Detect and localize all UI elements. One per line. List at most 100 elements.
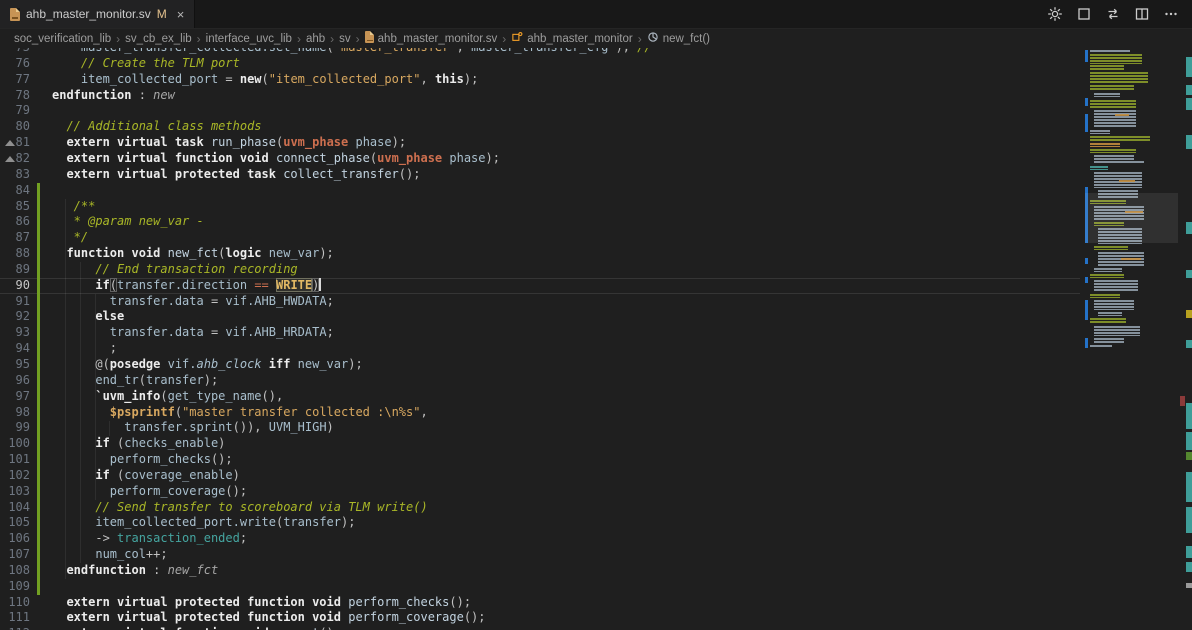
code-editor[interactable]: 75 master_transfer_collected.set_name("m… — [0, 48, 1080, 630]
code-line-76[interactable]: 76 // Create the TLM port — [0, 56, 1080, 72]
code-line-80[interactable]: 80 // Additional class methods — [0, 119, 1080, 135]
minimap-code-block — [1094, 161, 1144, 164]
code-line-78[interactable]: 78endfunction : new — [0, 88, 1080, 104]
code-line-98[interactable]: 98 $psprintf("master transfer collected … — [0, 405, 1080, 421]
breadcrumb-separator: › — [330, 32, 334, 46]
change-marker-icon — [5, 140, 15, 146]
line-number: 85 — [0, 199, 30, 215]
code-line-83[interactable]: 83 extern virtual protected task collect… — [0, 167, 1080, 183]
breadcrumb-item-interface-uvc-lib[interactable]: interface_uvc_lib — [206, 33, 292, 45]
minimap-code-block — [1094, 93, 1120, 97]
minimap-code-block — [1090, 274, 1124, 278]
text-cursor — [319, 278, 321, 291]
minimap-code-block — [1094, 300, 1134, 310]
code-line-86[interactable]: 86 * @param new_var - — [0, 214, 1080, 230]
minimap-slider[interactable] — [1085, 193, 1178, 243]
overview-ruler-mark — [1186, 432, 1192, 450]
code-line-107[interactable]: 107 num_col++; — [0, 547, 1080, 563]
code-line-88[interactable]: 88 function void new_fct(logic new_var); — [0, 246, 1080, 262]
git-added-indicator — [37, 341, 40, 357]
git-added-indicator — [37, 246, 40, 262]
line-number: 103 — [0, 484, 30, 500]
minimap-change-bar — [1085, 277, 1088, 283]
breadcrumb: soc_verification_lib › sv_cb_ex_lib › interf… — [0, 29, 1192, 48]
code-line-112[interactable]: 112 extern virtual function void report(… — [0, 626, 1080, 630]
breadcrumb-item-sv[interactable]: sv — [339, 33, 351, 45]
code-line-100[interactable]: 100 if (checks_enable) — [0, 436, 1080, 452]
close-icon[interactable]: × — [177, 8, 185, 21]
git-added-indicator — [37, 262, 40, 278]
minimap-code-block — [1094, 246, 1128, 250]
code-line-90[interactable]: 90 if(transfer.direction == WRITE) — [0, 278, 1080, 294]
git-added-indicator — [37, 309, 40, 325]
line-number: 104 — [0, 500, 30, 516]
breadcrumb-item-new-fct-[interactable]: new_fct() — [647, 31, 710, 46]
settings-gear-icon[interactable] — [1044, 3, 1066, 25]
code-line-77[interactable]: 77 item_collected_port = new("item_colle… — [0, 72, 1080, 88]
code-line-104[interactable]: 104 // Send transfer to scoreboard via T… — [0, 500, 1080, 516]
git-added-indicator — [37, 579, 40, 595]
minimap-code-block — [1090, 294, 1120, 298]
minimap-code-block — [1090, 50, 1130, 53]
code-line-105[interactable]: 105 item_collected_port.write(transfer); — [0, 515, 1080, 531]
code-line-99[interactable]: 99 transfer.sprint()), UVM_HIGH) — [0, 420, 1080, 436]
code-line-92[interactable]: 92 else — [0, 309, 1080, 325]
overview-ruler-mark — [1186, 403, 1192, 429]
code-line-91[interactable]: 91 transfer.data = vif.AHB_HWDATA; — [0, 294, 1080, 310]
minimap-code-block — [1090, 65, 1124, 71]
code-line-110[interactable]: 110 extern virtual protected function vo… — [0, 595, 1080, 611]
git-added-indicator — [37, 294, 40, 310]
breadcrumb-separator: › — [197, 32, 201, 46]
code-line-111[interactable]: 111 extern virtual protected function vo… — [0, 610, 1080, 626]
code-line-101[interactable]: 101 perform_checks(); — [0, 452, 1080, 468]
scrollbar-overview-ruler[interactable] — [1178, 48, 1192, 630]
code-line-109[interactable]: 109 — [0, 579, 1080, 595]
compare-changes-icon[interactable] — [1102, 3, 1124, 25]
code-line-84[interactable]: 84 — [0, 183, 1080, 199]
tab-ahb-master-monitor[interactable]: ahb_master_monitor.sv M × — [0, 0, 195, 28]
code-line-87[interactable]: 87 */ — [0, 230, 1080, 246]
minimap[interactable] — [1085, 48, 1178, 630]
breadcrumb-item-ahb-master-monitor[interactable]: ahb_master_monitor — [511, 31, 632, 46]
git-added-indicator — [37, 214, 40, 230]
line-number: 89 — [0, 262, 30, 278]
code-line-94[interactable]: 94 ; — [0, 341, 1080, 357]
line-number: 105 — [0, 515, 30, 531]
git-added-indicator — [37, 484, 40, 500]
code-line-79[interactable]: 79 — [0, 103, 1080, 119]
line-number: 78 — [0, 88, 30, 104]
git-added-indicator — [37, 452, 40, 468]
git-added-indicator — [37, 468, 40, 484]
git-added-indicator — [37, 183, 40, 199]
code-line-81[interactable]: 81 extern virtual task run_phase(uvm_pha… — [0, 135, 1080, 151]
breadcrumb-item-ahb[interactable]: ahb — [306, 33, 325, 45]
line-number: 83 — [0, 167, 30, 183]
code-line-82[interactable]: 82 extern virtual function void connect_… — [0, 151, 1080, 167]
symbol-class-icon — [511, 31, 523, 43]
line-number: 110 — [0, 595, 30, 611]
minimap-code-block — [1115, 114, 1129, 117]
code-line-93[interactable]: 93 transfer.data = vif.AHB_HRDATA; — [0, 325, 1080, 341]
breadcrumb-item-soc-verification-lib[interactable]: soc_verification_lib — [14, 33, 111, 45]
more-actions-icon[interactable] — [1160, 3, 1182, 25]
breadcrumb-item-sv-cb-ex-lib[interactable]: sv_cb_ex_lib — [125, 33, 191, 45]
code-line-95[interactable]: 95 @(posedge vif.ahb_clock iff new_var); — [0, 357, 1080, 373]
breadcrumb-item-ahb-master-monitor-sv[interactable]: ahb_master_monitor.sv — [365, 31, 498, 46]
code-line-103[interactable]: 103 perform_coverage(); — [0, 484, 1080, 500]
line-number: 79 — [0, 103, 30, 119]
git-added-indicator — [37, 515, 40, 531]
layout-square-icon[interactable] — [1073, 3, 1095, 25]
code-line-102[interactable]: 102 if (coverage_enable) — [0, 468, 1080, 484]
code-line-97[interactable]: 97 `uvm_info(get_type_name(), — [0, 389, 1080, 405]
code-line-89[interactable]: 89 // End transaction recording — [0, 262, 1080, 278]
minimap-code-block — [1090, 149, 1136, 153]
git-added-indicator — [37, 325, 40, 341]
code-line-96[interactable]: 96 end_tr(transfer); — [0, 373, 1080, 389]
code-line-85[interactable]: 85 /** — [0, 199, 1080, 215]
line-number: 109 — [0, 579, 30, 595]
minimap-code-block — [1094, 268, 1122, 272]
split-editor-icon[interactable] — [1131, 3, 1153, 25]
code-line-106[interactable]: 106 -> transaction_ended; — [0, 531, 1080, 547]
code-line-108[interactable]: 108 endfunction : new_fct — [0, 563, 1080, 579]
code-line-75[interactable]: 75 master_transfer_collected.set_name("m… — [0, 48, 1080, 56]
